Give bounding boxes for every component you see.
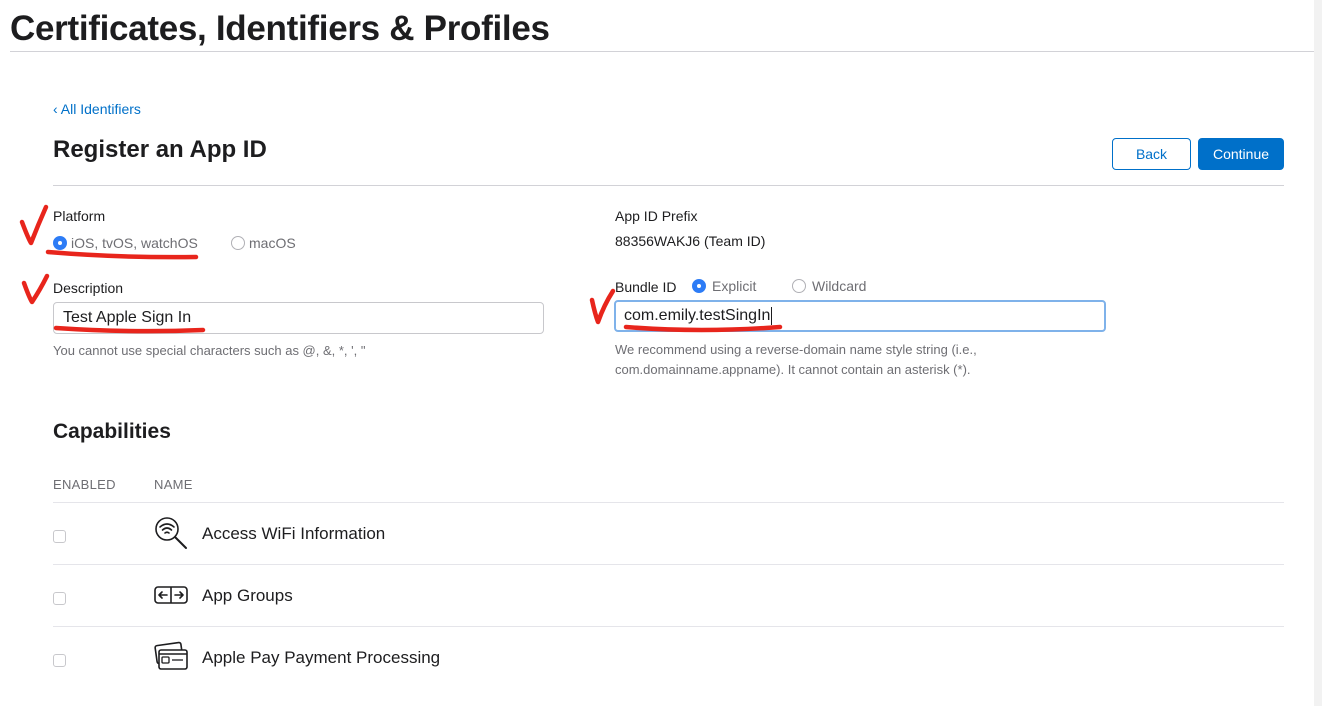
column-header-enabled: ENABLED: [53, 477, 116, 492]
platform-option-ios[interactable]: iOS, tvOS, watchOS: [53, 235, 198, 251]
capability-name: App Groups: [202, 586, 293, 605]
capability-checkbox[interactable]: [53, 592, 66, 605]
description-label: Description: [53, 280, 124, 296]
description-input[interactable]: Test Apple Sign In: [53, 302, 544, 334]
back-button[interactable]: Back: [1112, 138, 1191, 170]
description-help: You cannot use special characters such a…: [53, 343, 366, 358]
checkmark-annotation: [21, 273, 50, 305]
apple-pay-cards-icon: [154, 641, 188, 670]
page-header: Certificates, Identifiers & Profiles: [10, 8, 1314, 52]
underline-annotation: [45, 249, 199, 260]
capabilities-title: Capabilities: [53, 420, 171, 443]
column-header-name: NAME: [154, 477, 193, 492]
bundle-id-option-explicit[interactable]: Explicit: [692, 278, 756, 294]
capability-checkbox[interactable]: [53, 530, 66, 543]
wifi-search-icon: [155, 517, 187, 549]
checkmark-annotation: [589, 288, 616, 325]
description-input-value: Test Apple Sign In: [63, 309, 192, 326]
capability-row: Access WiFi Information: [53, 502, 1284, 564]
page-title: Register an App ID: [53, 136, 267, 163]
bundle-id-help-line-2: com.domainname.appname). It cannot conta…: [615, 362, 971, 377]
app-groups-icon: [154, 586, 188, 604]
platform-option-macos[interactable]: macOS: [231, 235, 296, 251]
radio-unselected-icon: [231, 236, 245, 250]
capability-name: Access WiFi Information: [202, 524, 386, 543]
platform-option-macos-label: macOS: [249, 235, 296, 251]
bundle-id-help: We recommend using a reverse-domain name…: [615, 340, 977, 380]
title-divider: [53, 185, 1284, 186]
platform-option-ios-label: iOS, tvOS, watchOS: [71, 235, 198, 251]
bundle-id-help-line-1: We recommend using a reverse-domain name…: [615, 342, 977, 357]
app-id-prefix-value: 88356WAKJ6 (Team ID): [615, 233, 766, 249]
app-id-prefix-label: App ID Prefix: [615, 208, 698, 224]
all-identifiers-link[interactable]: ‹ All Identifiers: [53, 101, 141, 117]
capability-checkbox[interactable]: [53, 654, 66, 667]
text-caret: [771, 307, 773, 325]
bundle-id-input[interactable]: com.emily.testSingIn: [614, 300, 1106, 332]
bundle-id-option-wildcard-label: Wildcard: [812, 278, 867, 294]
capability-name: Apple Pay Payment Processing: [202, 648, 441, 667]
radio-selected-icon: [692, 279, 706, 293]
capability-row: Apple Pay Payment Processing: [53, 626, 1284, 688]
radio-selected-icon: [53, 236, 67, 250]
window-edge: [1314, 0, 1322, 706]
continue-button[interactable]: Continue: [1198, 138, 1284, 170]
bundle-id-option-explicit-label: Explicit: [712, 278, 757, 294]
platform-label: Platform: [53, 208, 106, 224]
bundle-id-input-value: com.emily.testSingIn: [624, 307, 771, 324]
radio-unselected-icon: [792, 279, 806, 293]
checkmark-annotation: [19, 204, 49, 246]
page-header-title: Certificates, Identifiers & Profiles: [10, 9, 550, 48]
bundle-id-option-wildcard[interactable]: Wildcard: [792, 278, 866, 294]
capability-row: App Groups: [53, 564, 1284, 626]
bundle-id-label: Bundle ID: [615, 279, 677, 295]
